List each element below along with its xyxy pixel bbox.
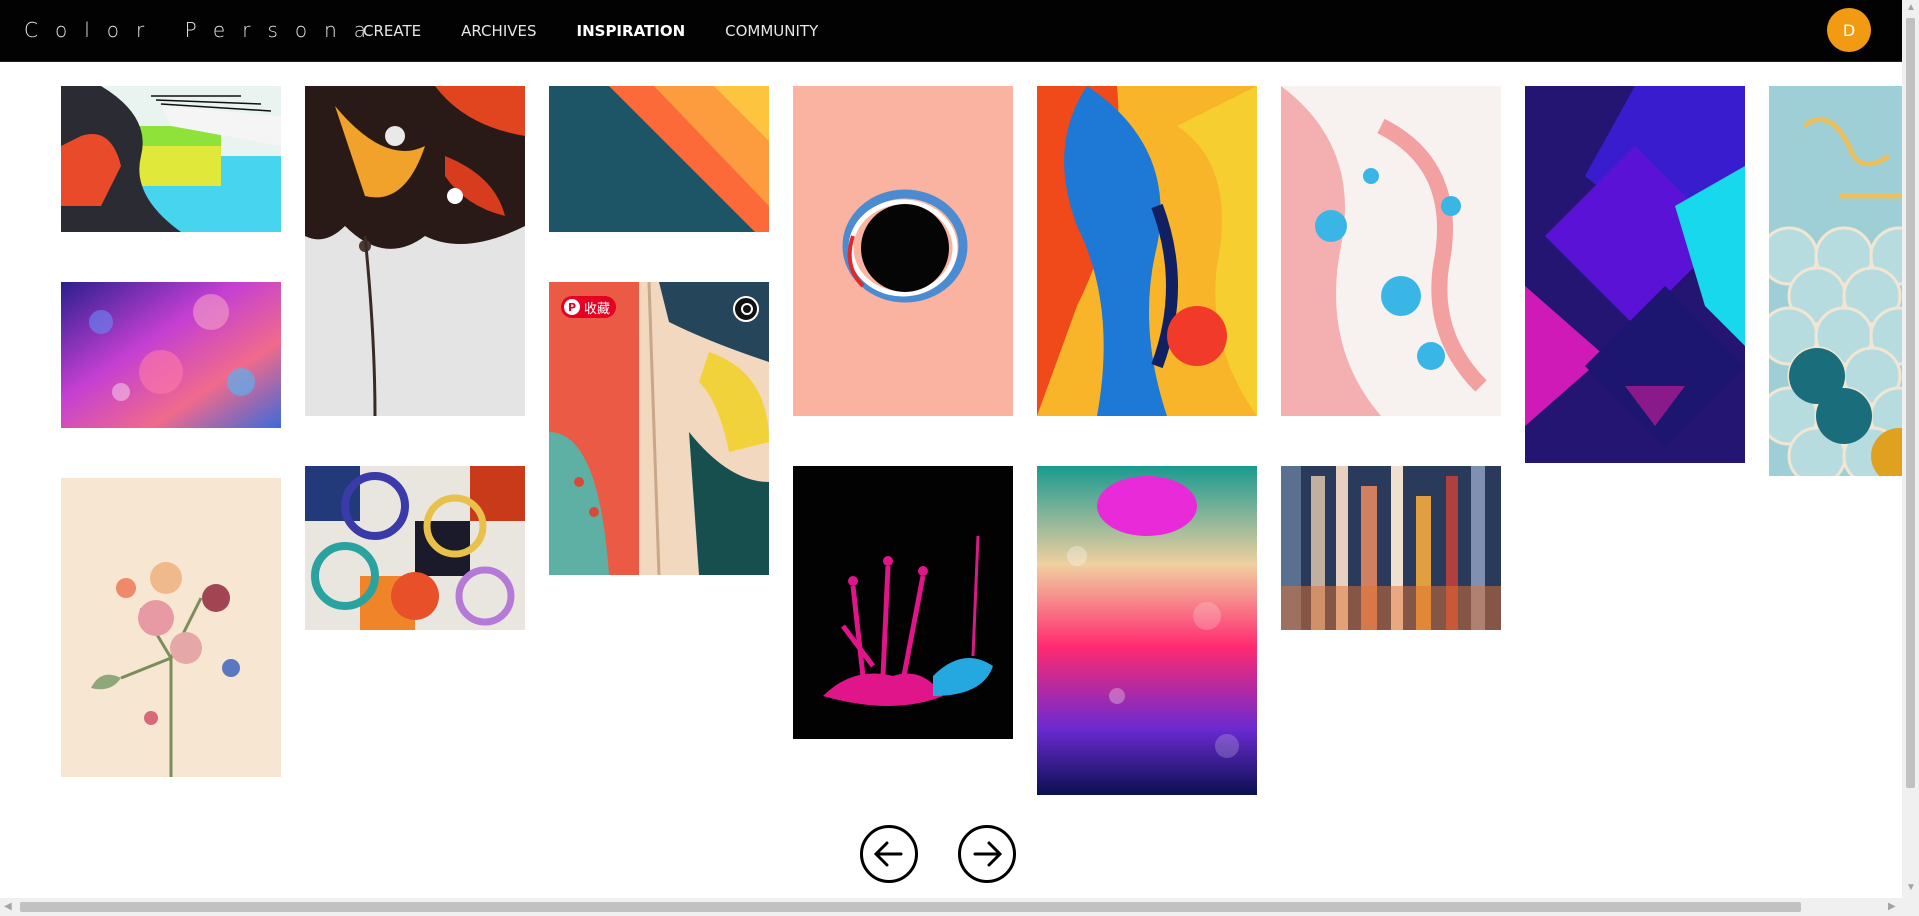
gallery-item-geometric-diagonal-stripes[interactable] <box>549 86 769 232</box>
previous-page-button[interactable] <box>860 825 918 883</box>
pinterest-save-button[interactable]: P 收藏 <box>561 296 617 318</box>
nav-archives[interactable]: ARCHIVES <box>461 22 536 40</box>
next-page-button[interactable] <box>958 825 1016 883</box>
visual-search-icon[interactable] <box>733 296 759 322</box>
gallery-item-black-hole-peach[interactable] <box>793 86 1013 416</box>
scroll-up-icon[interactable]: ▲ <box>1906 2 1916 13</box>
nav-create[interactable]: CREATE <box>363 22 421 40</box>
arrow-right-icon <box>973 841 1003 867</box>
gallery-item-ice-cream-therapy-scales[interactable] <box>1769 86 1902 476</box>
gallery-item-abstract-boho-painting[interactable]: P 收藏 <box>549 282 769 575</box>
gallery-item-fluid-art-flower[interactable] <box>305 86 525 416</box>
arrow-left-icon <box>873 841 903 867</box>
gallery-item-vintage-floral-bouquet[interactable] <box>61 478 281 777</box>
pinterest-icon: P <box>564 299 580 315</box>
pinterest-save-label: 收藏 <box>584 301 611 317</box>
top-navigation-bar: Color Persona CREATE ARCHIVES INSPIRATIO… <box>0 0 1902 62</box>
vertical-scrollbar[interactable]: ▲ ▼ <box>1902 0 1919 898</box>
gallery-item-circles-mosaic[interactable] <box>305 466 525 630</box>
gallery-item-purple-geometric[interactable] <box>1525 86 1745 463</box>
gallery-item-woman-profile-neon[interactable] <box>61 86 281 232</box>
gallery-item-fluid-blue-orange[interactable] <box>1037 86 1257 416</box>
scroll-left-icon[interactable]: ◀ <box>4 901 12 912</box>
horizontal-scrollbar[interactable]: ◀ ▶ <box>0 898 1919 916</box>
scroll-down-icon[interactable]: ▼ <box>1906 882 1916 893</box>
main-nav: CREATE ARCHIVES INSPIRATION COMMUNITY <box>363 22 858 40</box>
nav-community[interactable]: COMMUNITY <box>725 22 818 40</box>
gallery-item-iridescent-bubbles[interactable] <box>61 282 281 428</box>
user-avatar[interactable]: D <box>1827 8 1871 52</box>
gallery-item-neon-liquid-bubbles[interactable] <box>1037 466 1257 795</box>
brand-logo[interactable]: Color Persona <box>24 18 383 42</box>
vertical-scroll-thumb[interactable] <box>1906 18 1915 788</box>
nav-inspiration[interactable]: INSPIRATION <box>577 22 686 40</box>
gallery-item-glass-columns-reflection[interactable] <box>1281 466 1501 630</box>
gallery-item-pink-paint-splash[interactable] <box>793 466 1013 739</box>
scroll-right-icon[interactable]: ▶ <box>1888 901 1896 912</box>
horizontal-scroll-thumb[interactable] <box>20 902 1801 912</box>
gallery-item-pink-blue-marble[interactable] <box>1281 86 1501 416</box>
